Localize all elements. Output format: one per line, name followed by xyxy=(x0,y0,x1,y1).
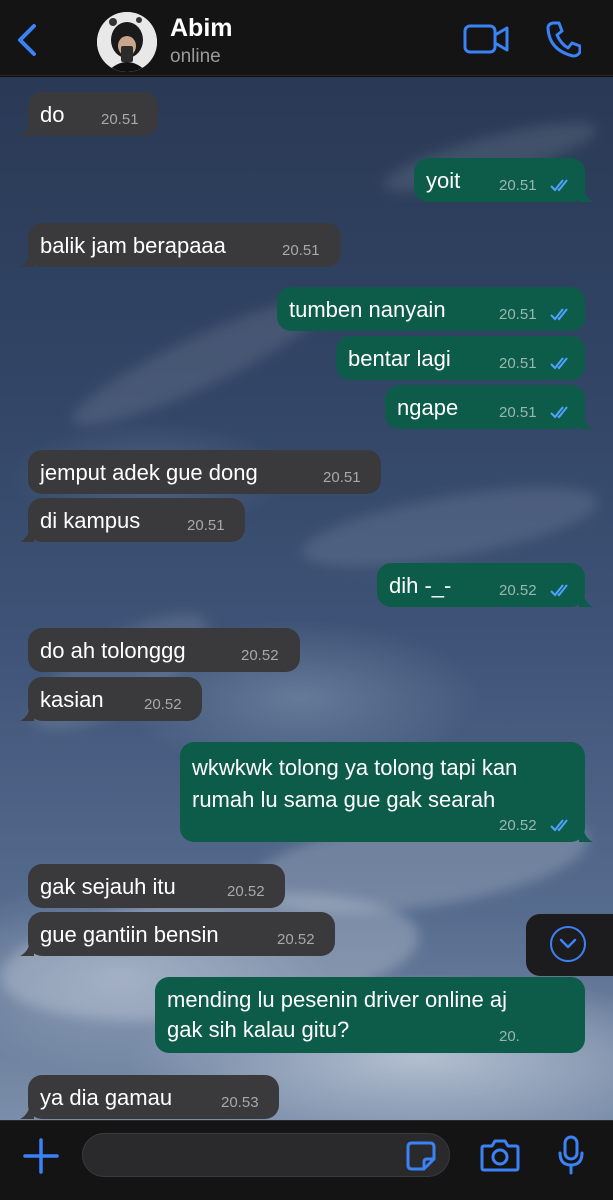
message-bubble-incoming[interactable]: di kampus 20.51 xyxy=(20,498,245,542)
contact-status: online xyxy=(170,46,221,67)
contact-name[interactable]: Abim xyxy=(170,14,233,43)
message-text: gue gantiin bensin xyxy=(40,922,219,947)
message-time: 20.52 xyxy=(227,883,265,900)
message-time: 20.51 xyxy=(187,517,225,534)
video-camera-icon[interactable] xyxy=(463,22,509,56)
message-text-line: gak sih kalau gitu? xyxy=(167,1017,350,1042)
message-bubble-outgoing[interactable]: tumben nanyain 20.51 xyxy=(277,287,585,331)
chevron-left-icon[interactable] xyxy=(12,22,40,58)
message-time: 20.51 xyxy=(499,306,537,323)
plus-icon[interactable] xyxy=(22,1137,60,1175)
message-bubble-outgoing[interactable]: bentar lagi 20.51 xyxy=(336,336,585,380)
message-bubble-outgoing[interactable]: yoit 20.51 xyxy=(414,158,593,202)
message-bubble-incoming[interactable]: kasian 20.52 xyxy=(20,677,202,721)
message-bubble-incoming[interactable]: jemput adek gue dong 20.51 xyxy=(28,450,381,494)
message-text-line: wkwkwk tolong ya tolong tapi kan xyxy=(192,755,518,780)
double-check-icon xyxy=(550,406,568,419)
message-time: 20.51 xyxy=(101,111,139,128)
message-time: 20.51 xyxy=(499,177,537,194)
message-text: gak sejauh itu xyxy=(40,874,176,899)
chevron-down-circle-icon xyxy=(550,926,586,962)
message-time: 20.53 xyxy=(221,1094,259,1111)
message-text-line: mending lu pesenin driver online aj xyxy=(167,987,507,1012)
message-bubble-incoming[interactable]: gue gantiin bensin 20.52 xyxy=(20,912,335,956)
sticker-icon[interactable] xyxy=(406,1141,436,1171)
phone-icon[interactable] xyxy=(545,20,581,58)
double-check-icon xyxy=(550,584,568,597)
message-bubble-incoming[interactable]: do 20.51 xyxy=(20,92,158,136)
message-text: di kampus xyxy=(40,508,141,533)
double-check-icon xyxy=(550,308,568,321)
message-time: 20. xyxy=(499,1028,520,1045)
message-list[interactable]: do 20.51 yoit 20.51 balik jam berapaaa 2… xyxy=(0,77,613,1120)
message-text-line: rumah lu sama gue gak searah xyxy=(192,787,496,812)
message-input[interactable] xyxy=(82,1133,450,1177)
message-text: bentar lagi xyxy=(348,346,451,371)
message-bubble-incoming[interactable]: do ah tolonggg 20.52 xyxy=(28,628,300,672)
message-bubble-outgoing[interactable]: mending lu pesenin driver online aj gak … xyxy=(155,977,585,1053)
message-time: 20.52 xyxy=(499,582,537,599)
double-check-icon xyxy=(550,819,568,832)
message-bubble-incoming[interactable]: gak sejauh itu 20.52 xyxy=(28,864,285,908)
message-bubble-outgoing[interactable]: ngape 20.51 xyxy=(385,385,593,429)
microphone-icon[interactable] xyxy=(558,1135,584,1175)
double-check-icon xyxy=(550,179,568,192)
message-text: kasian xyxy=(40,687,104,712)
camera-icon[interactable] xyxy=(480,1137,520,1173)
message-text: ngape xyxy=(397,395,459,420)
message-bubble-outgoing[interactable]: wkwkwk tolong ya tolong tapi kan rumah l… xyxy=(180,742,593,842)
message-text: jemput adek gue dong xyxy=(40,460,258,485)
message-time: 20.51 xyxy=(499,355,537,372)
message-time: 20.51 xyxy=(323,469,361,486)
contact-avatar[interactable] xyxy=(97,12,157,72)
message-text: dih -_- xyxy=(389,573,452,598)
message-time: 20.51 xyxy=(499,404,537,421)
message-time: 20.52 xyxy=(277,931,315,948)
message-text: balik jam berapaaa xyxy=(40,233,226,258)
message-bubble-incoming[interactable]: ya dia gamau 20.53 xyxy=(20,1075,279,1119)
message-bubble-incoming[interactable]: balik jam berapaaa 20.51 xyxy=(20,223,341,267)
message-text: do xyxy=(40,102,65,127)
message-text: ya dia gamau xyxy=(40,1085,173,1110)
message-time: 20.52 xyxy=(499,817,537,834)
double-check-icon xyxy=(550,357,568,370)
message-bubble-outgoing[interactable]: dih -_- 20.52 xyxy=(377,563,593,607)
message-text: do ah tolonggg xyxy=(40,638,186,663)
message-text: tumben nanyain xyxy=(289,297,446,322)
message-time: 20.51 xyxy=(282,242,320,259)
composer-bar xyxy=(0,1120,613,1200)
message-text: yoit xyxy=(426,168,461,193)
cloud-wisp xyxy=(15,591,225,753)
chat-header: Abim online xyxy=(0,0,613,76)
message-time: 20.52 xyxy=(144,696,182,713)
scroll-to-bottom-button[interactable] xyxy=(526,914,613,976)
message-time: 20.52 xyxy=(241,647,279,664)
